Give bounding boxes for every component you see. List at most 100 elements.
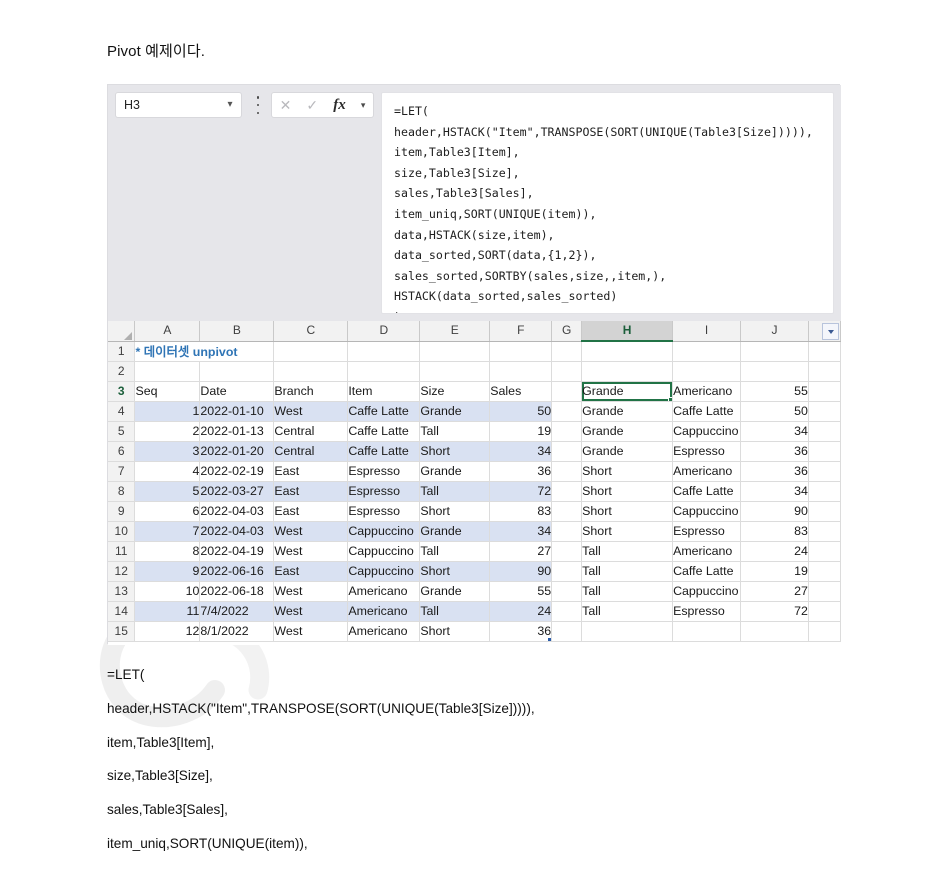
table-cell[interactable]: 2022-01-10 — [199, 401, 275, 422]
result-cell-I12[interactable]: Caffe Latte — [672, 561, 742, 582]
row-header-13[interactable]: 13 — [108, 581, 136, 602]
cell-G4[interactable] — [551, 401, 583, 422]
table-cell[interactable]: West — [273, 621, 349, 642]
table-cell[interactable]: 3 — [134, 441, 201, 462]
table-cell[interactable]: Americano — [347, 601, 421, 622]
table-cell[interactable]: 34 — [489, 521, 553, 542]
table-cell[interactable]: 27 — [489, 541, 553, 562]
cell-G14[interactable] — [551, 601, 583, 622]
table-cell[interactable]: East — [273, 461, 349, 482]
table-cell[interactable]: Cappuccino — [347, 561, 421, 582]
table-cell[interactable]: 50 — [489, 401, 553, 422]
result-cell-H3[interactable]: Grande — [581, 380, 674, 402]
result-cell-H13[interactable]: Tall — [581, 581, 674, 602]
table-cell[interactable]: 36 — [489, 461, 553, 482]
table-cell[interactable]: West — [273, 601, 349, 622]
table-cell[interactable]: Caffe Latte — [347, 401, 421, 422]
table-cell[interactable]: Tall — [419, 421, 491, 442]
cell-D2[interactable] — [347, 361, 421, 382]
result-cell-H8[interactable]: Short — [581, 481, 674, 502]
column-header-I[interactable]: I — [672, 321, 742, 342]
table-cell[interactable]: Grande — [419, 581, 491, 602]
result-cell-H7[interactable]: Short — [581, 461, 674, 482]
result-cell-J14[interactable]: 72 — [740, 601, 809, 622]
result-cell-I11[interactable]: Americano — [672, 541, 742, 562]
name-box[interactable]: H3 ▾ — [115, 92, 242, 118]
row-header-6[interactable]: 6 — [108, 441, 136, 462]
table-cell[interactable]: 7 — [134, 521, 201, 542]
table-cell[interactable]: 2022-04-19 — [199, 541, 275, 562]
table-cell[interactable]: Grande — [419, 521, 491, 542]
table-cell[interactable]: Tall — [419, 481, 491, 502]
cancel-icon[interactable]: ✕ — [280, 98, 292, 112]
table-cell[interactable]: 6 — [134, 501, 201, 522]
table-cell[interactable]: 12 — [134, 621, 201, 642]
table-cell[interactable]: Tall — [419, 601, 491, 622]
row-header-4[interactable]: 4 — [108, 401, 136, 422]
result-cell-J13[interactable]: 27 — [740, 581, 809, 602]
row-header-5[interactable]: 5 — [108, 421, 136, 442]
result-cell-H15[interactable] — [581, 621, 674, 642]
result-cell-I15[interactable] — [672, 621, 742, 642]
table-cell[interactable]: 2022-04-03 — [199, 501, 275, 522]
table-cell[interactable]: Cappuccino — [347, 521, 421, 542]
cell-G7[interactable] — [551, 461, 583, 482]
table-cell[interactable]: 2022-06-18 — [199, 581, 275, 602]
table-cell[interactable]: 2022-04-03 — [199, 521, 275, 542]
cell-G6[interactable] — [551, 441, 583, 462]
table-cell[interactable]: 9 — [134, 561, 201, 582]
table-cell[interactable]: Caffe Latte — [347, 441, 421, 462]
table-cell[interactable]: West — [273, 521, 349, 542]
insert-function-icon[interactable]: fx — [333, 97, 346, 113]
table-cell[interactable]: Central — [273, 421, 349, 442]
row-header-2[interactable]: 2 — [108, 361, 136, 382]
cell-G13[interactable] — [551, 581, 583, 602]
table-cell[interactable]: 8/1/2022 — [199, 621, 275, 642]
table-cell[interactable]: 10 — [134, 581, 201, 602]
table-cell[interactable]: East — [273, 501, 349, 522]
cell-G2[interactable] — [551, 361, 583, 382]
table-cell[interactable]: 90 — [489, 561, 553, 582]
table-cell[interactable]: 72 — [489, 481, 553, 502]
table-cell[interactable]: Central — [273, 441, 349, 462]
result-cell-J15[interactable] — [740, 621, 809, 642]
cell-G10[interactable] — [551, 521, 583, 542]
table-cell[interactable]: Espresso — [347, 501, 421, 522]
cell-J2[interactable] — [740, 361, 809, 382]
table-cell[interactable]: 7/4/2022 — [199, 601, 275, 622]
table-cell[interactable]: 8 — [134, 541, 201, 562]
table-cell[interactable]: Short — [419, 501, 491, 522]
cell-H2[interactable] — [581, 361, 674, 382]
table-cell[interactable]: 2 — [134, 421, 201, 442]
table-cell[interactable]: 83 — [489, 501, 553, 522]
table-cell[interactable]: Espresso — [347, 481, 421, 502]
result-cell-J12[interactable]: 19 — [740, 561, 809, 582]
table-header-date[interactable]: Date — [199, 323, 839, 402]
table-cell[interactable]: Caffe Latte — [347, 421, 421, 442]
column-header-E[interactable]: E — [419, 321, 491, 342]
table-cell[interactable]: 2022-02-19 — [199, 461, 275, 482]
table-header-seq[interactable]: Seq — [134, 323, 839, 402]
table-cell[interactable]: 11 — [134, 601, 201, 622]
result-cell-J9[interactable]: 90 — [740, 501, 809, 522]
result-cell-H10[interactable]: Short — [581, 521, 674, 542]
table-cell[interactable]: Americano — [347, 621, 421, 642]
row-header-7[interactable]: 7 — [108, 461, 136, 482]
result-cell-H12[interactable]: Tall — [581, 561, 674, 582]
result-cell-H4[interactable]: Grande — [581, 401, 674, 422]
table-header-branch[interactable]: Branch — [273, 323, 839, 402]
row-header-11[interactable]: 11 — [108, 541, 136, 562]
result-cell-I8[interactable]: Caffe Latte — [672, 481, 742, 502]
cell-G3[interactable] — [551, 381, 583, 402]
cell-G1[interactable] — [551, 341, 583, 362]
cell-G5[interactable] — [551, 421, 583, 442]
cell-A2[interactable] — [134, 361, 201, 382]
table-cell[interactable]: 2022-01-20 — [199, 441, 275, 462]
cell-J1[interactable] — [740, 341, 809, 362]
result-cell-I10[interactable]: Espresso — [672, 521, 742, 542]
table-cell[interactable]: 19 — [489, 421, 553, 442]
table-cell[interactable]: Grande — [419, 401, 491, 422]
table-cell[interactable]: 4 — [134, 461, 201, 482]
cell-C1[interactable] — [273, 341, 349, 362]
cell-G12[interactable] — [551, 561, 583, 582]
